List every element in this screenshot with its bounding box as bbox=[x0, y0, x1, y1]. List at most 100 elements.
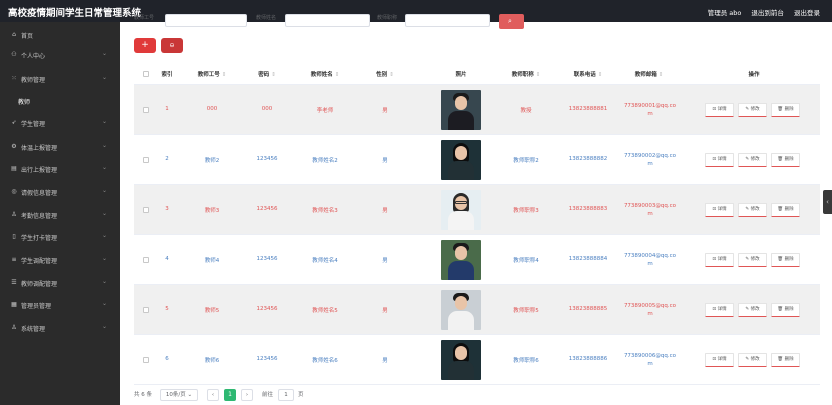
column-header-2[interactable]: 密码 ⇕ bbox=[237, 70, 297, 78]
add-button[interactable]: + bbox=[134, 38, 156, 53]
edit-button[interactable]: ✎ 修改 bbox=[738, 153, 767, 167]
detail-button[interactable]: ⊡ 详情 bbox=[705, 103, 734, 117]
detail-button[interactable]: ⊡ 详情 bbox=[705, 253, 734, 267]
teacher-id: 教师6 bbox=[204, 358, 220, 364]
batch-delete-button[interactable]: ⊖ bbox=[161, 38, 183, 53]
sort-icon[interactable]: ⇕ bbox=[659, 72, 664, 78]
teacher-title-input[interactable] bbox=[405, 14, 490, 27]
column-header-9: 操作 bbox=[724, 70, 784, 78]
delete-button[interactable]: 🗑 删除 bbox=[771, 253, 800, 267]
sidebar-item-label: 学生打卡管理 bbox=[21, 235, 58, 242]
sidebar-item-13[interactable]: ♙ 系统管理 ⌄ bbox=[0, 318, 120, 338]
sidebar-item-3[interactable]: 教师 bbox=[0, 91, 120, 111]
edit-button[interactable]: ✎ 修改 bbox=[738, 353, 767, 367]
teacher-id: 教师3 bbox=[204, 208, 220, 214]
to-front-link[interactable]: 退出到前台 bbox=[751, 9, 784, 17]
detail-button[interactable]: ⊡ 详情 bbox=[705, 353, 734, 367]
sidebar-item-0[interactable]: ⌂ 首页 bbox=[0, 25, 120, 45]
filter-label-teacher-title: 教师职称 bbox=[377, 15, 398, 21]
home-icon: ⌂ bbox=[12, 31, 16, 38]
teacher-photo bbox=[441, 290, 481, 330]
detail-button[interactable]: ⊡ 详情 bbox=[705, 153, 734, 167]
grid-icon: ⁙ bbox=[11, 75, 17, 82]
chevron-down-icon: ⌄ bbox=[101, 164, 107, 171]
edit-button[interactable]: ✎ 修改 bbox=[738, 103, 767, 117]
sort-icon[interactable]: ⇕ bbox=[389, 72, 394, 78]
next-page-button[interactable]: › bbox=[241, 389, 253, 401]
chevron-down-icon: ⌄ bbox=[101, 300, 107, 307]
column-header-7[interactable]: 联系电话 ⇕ bbox=[558, 70, 618, 78]
page-size-select[interactable]: 10条/页 ⌄ bbox=[160, 389, 198, 401]
page-number-current[interactable]: 1 bbox=[224, 389, 236, 401]
column-header-label: 教师邮箱 bbox=[634, 72, 657, 78]
app-title: 高校疫情期间学生日常管理系统 bbox=[8, 8, 142, 19]
goto-page-input[interactable]: 1 bbox=[278, 389, 294, 401]
sidebar-item-10[interactable]: ≡ 学生调配管理 ⌄ bbox=[0, 250, 120, 270]
chevron-down-icon: ⌄ bbox=[101, 278, 107, 285]
sort-icon[interactable]: ⇕ bbox=[335, 72, 340, 78]
sidebar-item-label: 学生管理 bbox=[21, 121, 46, 128]
circle-icon: ◎ bbox=[11, 188, 17, 195]
sidebar-item-9[interactable]: ▯ 学生打卡管理 ⌄ bbox=[0, 227, 120, 247]
teacher-name-input[interactable] bbox=[285, 14, 370, 27]
teacher-name: 教师姓名4 bbox=[312, 258, 338, 264]
teacher-photo bbox=[441, 190, 481, 230]
chevron-down-icon: ⌄ bbox=[101, 210, 107, 217]
chevron-down-icon: ⌄ bbox=[101, 232, 107, 239]
table-row: 5 教师5 123456 教师姓名5 男教师职称5 13823888885 77389000… bbox=[134, 285, 820, 335]
sidebar-item-label: 系统管理 bbox=[21, 326, 46, 333]
edit-button[interactable]: ✎ 修改 bbox=[738, 253, 767, 267]
column-header-6[interactable]: 教师职称 ⇕ bbox=[496, 70, 556, 78]
sort-icon[interactable]: ⇕ bbox=[222, 72, 227, 78]
sidebar-item-7[interactable]: ◎ 请假信息管理 ⌄ bbox=[0, 182, 120, 202]
delete-button[interactable]: 🗑 删除 bbox=[771, 303, 800, 317]
column-header-label: 教师工号 bbox=[197, 72, 220, 78]
sidebar-item-8[interactable]: ♙ 考勤信息管理 ⌄ bbox=[0, 205, 120, 225]
teacher-email: 773890005@qq.com bbox=[623, 303, 677, 317]
column-header-label: 联系电话 bbox=[573, 72, 596, 78]
sort-icon[interactable]: ⇕ bbox=[598, 72, 603, 78]
delete-button[interactable]: 🗑 删除 bbox=[771, 103, 800, 117]
column-header-4[interactable]: 性别 ⇕ bbox=[355, 70, 415, 78]
sidebar-item-1[interactable]: ⚇ 个人中心 ⌄ bbox=[0, 45, 120, 65]
teacher-gender: 男 bbox=[382, 308, 388, 314]
teacher-name: 教师姓名6 bbox=[312, 358, 338, 364]
teacher-password: 123456 bbox=[256, 356, 278, 362]
sidebar-item-6[interactable]: ▤ 出行上报管理 ⌄ bbox=[0, 159, 120, 179]
teacher-phone: 13823888884 bbox=[568, 256, 608, 262]
teacher-id-input[interactable] bbox=[165, 14, 247, 27]
sidebar-item-label: 首页 bbox=[21, 33, 34, 40]
delete-button[interactable]: 🗑 删除 bbox=[771, 203, 800, 217]
detail-button[interactable]: ⊡ 详情 bbox=[705, 203, 734, 217]
teacher-phone: 13823888883 bbox=[568, 206, 608, 212]
detail-button[interactable]: ⊡ 详情 bbox=[705, 303, 734, 317]
sidebar-item-12[interactable]: ▦ 管理员管理 ⌄ bbox=[0, 295, 120, 315]
search-button[interactable]: ⌕ bbox=[499, 14, 524, 29]
user-icon: ⚇ bbox=[11, 51, 17, 58]
chevron-down-icon: ⌄ bbox=[101, 323, 107, 330]
sidebar-item-2[interactable]: ⁙ 教师管理 ⌄ bbox=[0, 69, 120, 89]
chevron-down-icon: ⌄ bbox=[101, 142, 107, 149]
send-icon: ➶ bbox=[11, 119, 17, 126]
edit-button[interactable]: ✎ 修改 bbox=[738, 203, 767, 217]
chevron-down-icon: ⌄ bbox=[101, 118, 107, 125]
teacher-title: 教授 bbox=[520, 108, 532, 114]
edit-button[interactable]: ✎ 修改 bbox=[738, 303, 767, 317]
prev-page-button[interactable]: ‹ bbox=[207, 389, 219, 401]
column-header-1[interactable]: 教师工号 ⇕ bbox=[182, 70, 242, 78]
delete-button[interactable]: 🗑 删除 bbox=[771, 153, 800, 167]
teacher-title: 教师职称5 bbox=[513, 308, 539, 314]
list-icon: ≡ bbox=[11, 256, 17, 263]
column-header-8[interactable]: 教师邮箱 ⇕ bbox=[619, 70, 679, 78]
chevron-right-icon: › bbox=[245, 392, 249, 398]
sort-icon[interactable]: ⇕ bbox=[536, 72, 541, 78]
sort-icon[interactable]: ⇕ bbox=[271, 72, 276, 78]
collapse-handle[interactable]: ‹ bbox=[823, 190, 832, 214]
sidebar-item-11[interactable]: ☰ 教师调配管理 ⌄ bbox=[0, 273, 120, 293]
logout-link[interactable]: 退出登录 bbox=[794, 9, 820, 17]
sidebar-item-4[interactable]: ➶ 学生管理 ⌄ bbox=[0, 113, 120, 133]
sidebar-item-5[interactable]: ⚙ 体温上报管理 ⌄ bbox=[0, 137, 120, 157]
column-header-3[interactable]: 教师姓名 ⇕ bbox=[295, 70, 355, 78]
delete-button[interactable]: 🗑 删除 bbox=[771, 353, 800, 367]
sidebar-item-label: 个人中心 bbox=[21, 53, 46, 60]
